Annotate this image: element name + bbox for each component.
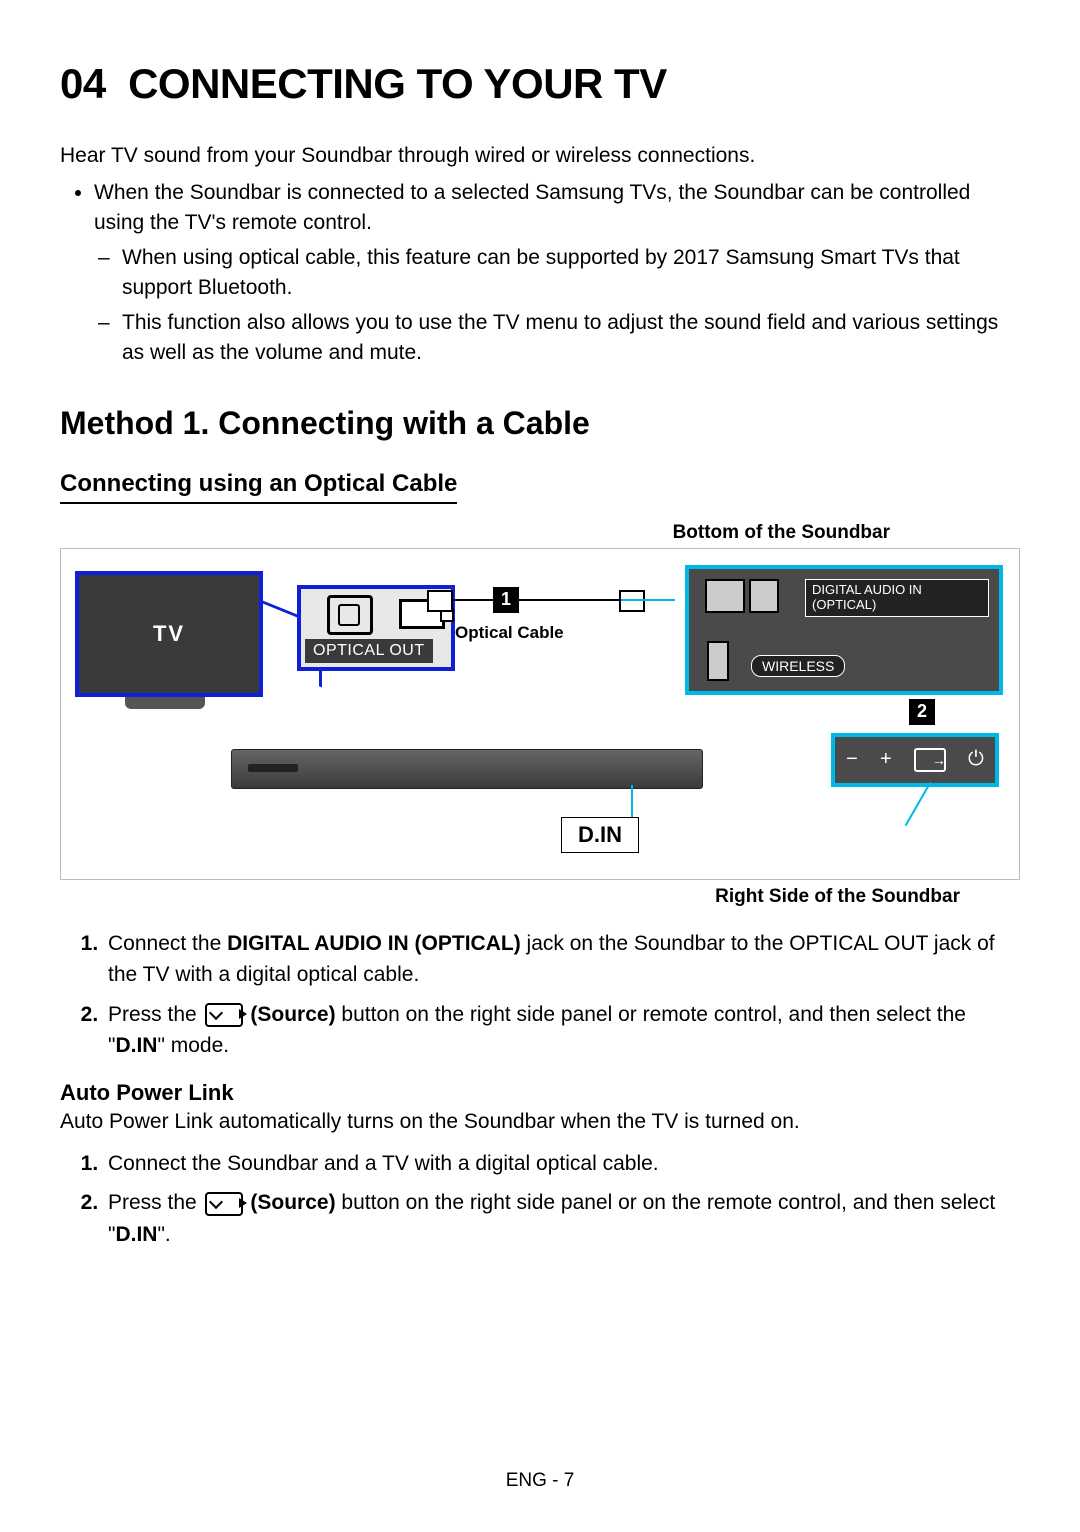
step-bold: DIGITAL AUDIO IN (OPTICAL) [227, 932, 521, 955]
section-number: 04 [60, 60, 106, 107]
port-icon [705, 579, 745, 613]
sub-heading: Connecting using an Optical Cable [60, 470, 457, 504]
page-title: 04 CONNECTING TO YOUR TV [60, 60, 1020, 108]
din-label: D.IN [561, 817, 639, 853]
caption-top: Bottom of the Soundbar [60, 522, 1020, 544]
optical-port-icon [327, 595, 373, 635]
bullet-item: When the Soundbar is connected to a sele… [94, 178, 1020, 369]
apl-steps-list: Connect the Soundbar and a TV with a dig… [60, 1148, 1020, 1251]
step-item: Connect the Soundbar and a TV with a dig… [104, 1148, 1020, 1180]
source-icon [205, 1003, 243, 1027]
dash-item: When using optical cable, this feature c… [122, 243, 1020, 304]
method-heading: Method 1. Connecting with a Cable [60, 405, 1020, 442]
bullet-list: When the Soundbar is connected to a sele… [60, 178, 1020, 369]
power-icon [968, 748, 984, 771]
step-bold: (Source) [250, 1003, 335, 1026]
plus-icon: + [880, 748, 892, 771]
port-icon [749, 579, 779, 613]
soundbar-icon [231, 749, 703, 789]
digital-audio-in-label: DIGITAL AUDIO IN (OPTICAL) [805, 579, 989, 617]
steps-list: Connect the DIGITAL AUDIO IN (OPTICAL) j… [60, 928, 1020, 1062]
step-item: Connect the DIGITAL AUDIO IN (OPTICAL) j… [104, 928, 1020, 991]
callout-1-badge: 1 [493, 587, 519, 613]
step-text: " mode. [157, 1034, 229, 1057]
wireless-label: WIRELESS [751, 655, 845, 677]
minus-icon: − [846, 748, 858, 771]
step-text: Press the [108, 1191, 203, 1214]
auto-power-link-heading: Auto Power Link [60, 1080, 1020, 1106]
dash-list: When using optical cable, this feature c… [94, 243, 1020, 369]
cable-line-icon [451, 599, 621, 601]
bullet-text: When the Soundbar is connected to a sele… [94, 181, 970, 234]
source-icon [205, 1192, 243, 1216]
intro-text: Hear TV sound from your Soundbar through… [60, 144, 1020, 168]
step-text: Press the [108, 1003, 203, 1026]
soundbar-bottom-panel: DIGITAL AUDIO IN (OPTICAL) WIRELESS [685, 565, 1003, 695]
auto-power-link-intro: Auto Power Link automatically turns on t… [60, 1110, 1020, 1134]
step-bold: (Source) [250, 1191, 335, 1214]
port-icon [707, 641, 729, 681]
tv-label: TV [153, 621, 185, 647]
source-icon [914, 748, 946, 772]
step-item: Press the (Source) button on the right s… [104, 1187, 1020, 1250]
title-text: CONNECTING TO YOUR TV [128, 60, 667, 107]
soundbar-side-controls: − + [831, 733, 999, 787]
step-item: Press the (Source) button on the right s… [104, 999, 1020, 1062]
tv-stand-icon [125, 697, 205, 709]
tv-icon: TV [75, 571, 263, 697]
dash-item: This function also allows you to use the… [122, 308, 1020, 369]
callout-2-badge: 2 [909, 699, 935, 725]
diagram-wrapper: Bottom of the Soundbar TV OPTICAL OUT 1 … [60, 522, 1020, 908]
step-text: Connect the [108, 932, 227, 955]
callout-line [621, 599, 675, 601]
step-bold: D.IN [115, 1223, 157, 1246]
cable-label: Optical Cable [455, 623, 564, 643]
page-footer: ENG - 7 [0, 1470, 1080, 1492]
step-bold: D.IN [115, 1034, 157, 1057]
step-text: ". [157, 1223, 170, 1246]
callout-line [905, 781, 932, 825]
callout-line [631, 785, 633, 819]
optical-out-label: OPTICAL OUT [305, 639, 433, 663]
caption-bottom: Right Side of the Soundbar [60, 886, 1020, 908]
connection-diagram: TV OPTICAL OUT 1 Optical Cable DIGITAL A… [60, 548, 1020, 880]
